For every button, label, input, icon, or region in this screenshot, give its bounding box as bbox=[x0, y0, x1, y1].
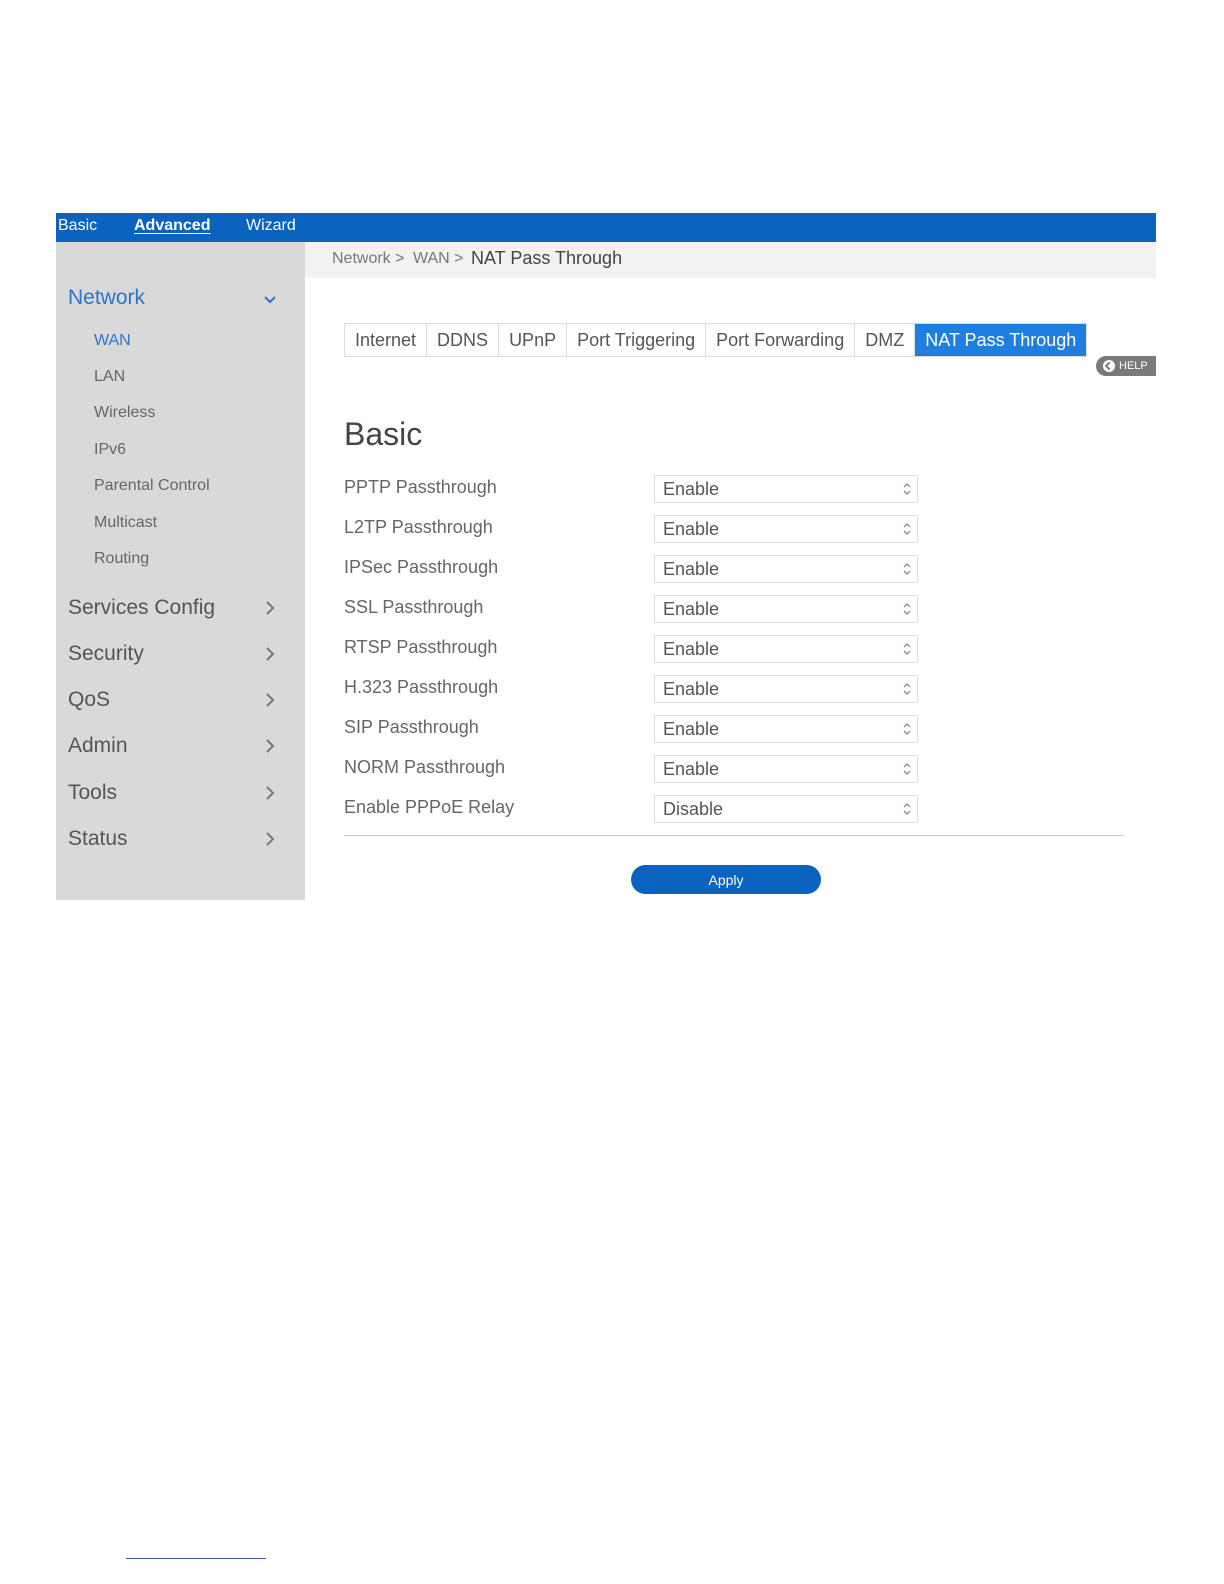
select-value: Enable bbox=[663, 719, 720, 739]
select-value: Disable bbox=[663, 799, 724, 819]
pppoe-relay-select[interactable]: Disable bbox=[654, 795, 918, 823]
chevron-right-icon bbox=[266, 601, 275, 615]
tab-bar: Internet DDNS UPnP Port Triggering Port … bbox=[344, 323, 1088, 357]
sidebar-item-qos[interactable]: QoS bbox=[68, 688, 278, 712]
topnav-wizard[interactable]: Wizard bbox=[246, 217, 296, 235]
l2tp-passthrough-label: L2TP Passthrough bbox=[344, 517, 493, 537]
sidebar-item-label: Tools bbox=[68, 781, 118, 804]
sidebar-item-services-config[interactable]: Services Config bbox=[68, 596, 278, 620]
norm-passthrough-label: NORM Passthrough bbox=[344, 757, 506, 777]
tab-ddns[interactable]: DDNS bbox=[427, 324, 500, 356]
sidebar-subitem-wireless[interactable]: Wireless bbox=[94, 404, 155, 422]
up-down-arrows-icon bbox=[903, 723, 911, 735]
up-down-arrows-icon bbox=[903, 563, 911, 575]
sidebar-item-label: Admin bbox=[68, 734, 128, 757]
sidebar-item-label: Status bbox=[68, 827, 128, 850]
sidebar-subitem-lan[interactable]: LAN bbox=[94, 368, 125, 386]
up-down-arrows-icon bbox=[903, 523, 911, 535]
chevron-right-icon bbox=[266, 739, 275, 753]
pptp-passthrough-select[interactable]: Enable bbox=[654, 475, 918, 503]
sidebar-item-label: Network bbox=[68, 286, 146, 309]
ipsec-passthrough-select[interactable]: Enable bbox=[654, 555, 918, 583]
select-value: Enable bbox=[663, 639, 720, 659]
sidebar-item-tools[interactable]: Tools bbox=[68, 781, 278, 805]
sidebar-subitem-wan[interactable]: WAN bbox=[94, 332, 131, 350]
tab-port-forwarding[interactable]: Port Forwarding bbox=[706, 324, 856, 356]
rtsp-passthrough-select[interactable]: Enable bbox=[654, 635, 918, 663]
help-arrow-icon bbox=[1103, 360, 1115, 372]
chevron-right-icon bbox=[266, 832, 275, 846]
topnav-advanced[interactable]: Advanced bbox=[134, 217, 210, 235]
chevron-right-icon bbox=[266, 786, 275, 800]
pptp-passthrough-label: PPTP Passthrough bbox=[344, 477, 497, 497]
tab-port-triggering[interactable]: Port Triggering bbox=[567, 324, 707, 356]
top-navigation-bar: Basic Advanced Wizard bbox=[56, 213, 1156, 242]
sidebar-item-status[interactable]: Status bbox=[68, 827, 278, 851]
up-down-arrows-icon bbox=[903, 763, 911, 775]
sidebar-item-label: QoS bbox=[68, 688, 111, 711]
ipsec-passthrough-label: IPSec Passthrough bbox=[344, 557, 499, 577]
up-down-arrows-icon bbox=[903, 803, 911, 815]
h323-passthrough-select[interactable]: Enable bbox=[654, 675, 918, 703]
tab-upnp[interactable]: UPnP bbox=[499, 324, 568, 356]
chevron-down-icon bbox=[264, 296, 276, 304]
tab-nat-pass-through[interactable]: NAT Pass Through bbox=[915, 324, 1087, 356]
footer-rule bbox=[126, 1558, 266, 1559]
tab-internet[interactable]: Internet bbox=[345, 324, 428, 356]
apply-button[interactable]: Apply bbox=[631, 865, 821, 894]
norm-passthrough-select[interactable]: Enable bbox=[654, 755, 918, 783]
tab-dmz[interactable]: DMZ bbox=[855, 324, 916, 356]
select-value: Enable bbox=[663, 679, 720, 699]
l2tp-passthrough-select[interactable]: Enable bbox=[654, 515, 918, 543]
up-down-arrows-icon bbox=[903, 683, 911, 695]
breadcrumb-network[interactable]: Network > bbox=[332, 250, 404, 268]
ssl-passthrough-label: SSL Passthrough bbox=[344, 597, 484, 617]
ssl-passthrough-select[interactable]: Enable bbox=[654, 595, 918, 623]
h323-passthrough-label: H.323 Passthrough bbox=[344, 677, 499, 697]
chevron-right-icon bbox=[266, 693, 275, 707]
sip-passthrough-label: SIP Passthrough bbox=[344, 717, 479, 737]
select-value: Enable bbox=[663, 479, 720, 499]
select-value: Enable bbox=[663, 759, 720, 779]
main-content: Network > WAN > NAT Pass Through Interne… bbox=[305, 242, 1156, 900]
form-divider bbox=[344, 835, 1124, 836]
sidebar-subitem-parental-control[interactable]: Parental Control bbox=[94, 477, 210, 495]
select-value: Enable bbox=[663, 599, 720, 619]
help-label: HELP bbox=[1119, 360, 1148, 372]
up-down-arrows-icon bbox=[903, 603, 911, 615]
sidebar: Network WAN LAN Wireless IPv6 Parental C… bbox=[56, 242, 305, 900]
section-title: Basic bbox=[344, 416, 423, 452]
sidebar-item-security[interactable]: Security bbox=[68, 642, 278, 666]
sidebar-subitem-routing[interactable]: Routing bbox=[94, 550, 149, 568]
breadcrumb: Network > WAN > NAT Pass Through bbox=[305, 242, 1156, 278]
breadcrumb-current: NAT Pass Through bbox=[471, 248, 623, 268]
pppoe-relay-label: Enable PPPoE Relay bbox=[344, 797, 515, 817]
help-button[interactable]: HELP bbox=[1096, 356, 1156, 376]
up-down-arrows-icon bbox=[903, 643, 911, 655]
up-down-arrows-icon bbox=[903, 483, 911, 495]
sidebar-item-network[interactable]: Network bbox=[68, 286, 278, 310]
sidebar-item-label: Services Config bbox=[68, 596, 216, 619]
sidebar-subitem-multicast[interactable]: Multicast bbox=[94, 514, 157, 532]
rtsp-passthrough-label: RTSP Passthrough bbox=[344, 637, 498, 657]
select-value: Enable bbox=[663, 519, 720, 539]
sidebar-item-label: Security bbox=[68, 642, 144, 665]
select-value: Enable bbox=[663, 559, 720, 579]
sidebar-subitem-ipv6[interactable]: IPv6 bbox=[94, 441, 126, 459]
sidebar-item-admin[interactable]: Admin bbox=[68, 734, 278, 758]
router-admin-app: Basic Advanced Wizard Network WAN LAN Wi… bbox=[56, 213, 1156, 900]
topnav-basic[interactable]: Basic bbox=[58, 217, 97, 235]
sip-passthrough-select[interactable]: Enable bbox=[654, 715, 918, 743]
breadcrumb-wan[interactable]: WAN > bbox=[413, 250, 464, 268]
chevron-right-icon bbox=[266, 647, 275, 661]
